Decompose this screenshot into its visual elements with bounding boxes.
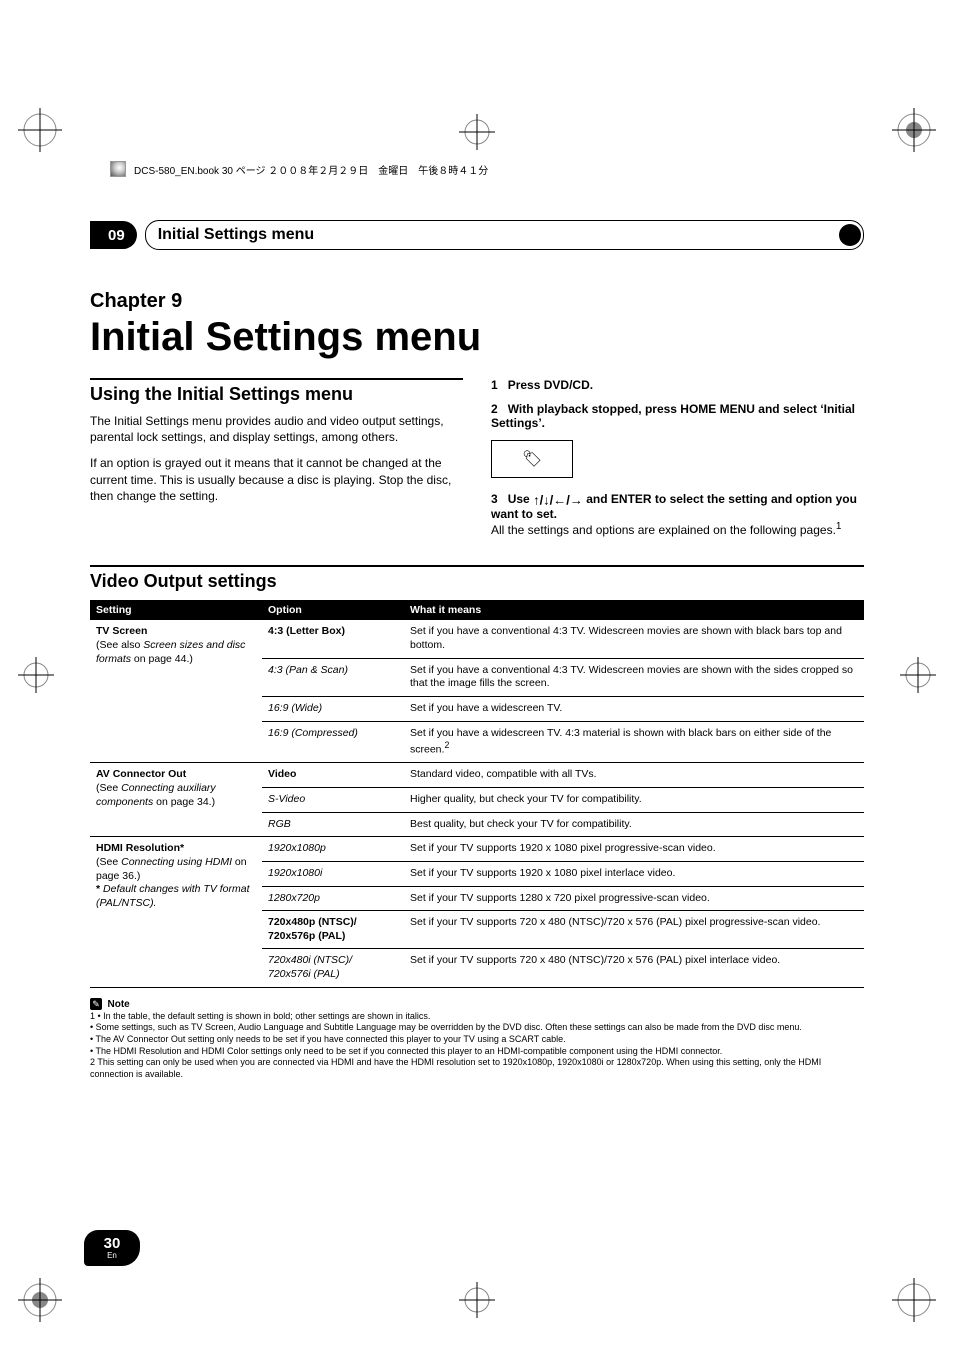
video-output-title: Video Output settings bbox=[90, 571, 864, 592]
step-2-num: 2 bbox=[491, 402, 498, 416]
setting-sub-ital: Connecting using HDMI bbox=[121, 856, 232, 868]
option: 1920x1080p bbox=[268, 842, 326, 854]
step-1: 1 Press DVD/CD. bbox=[491, 378, 864, 392]
section-using-title: Using the Initial Settings menu bbox=[90, 384, 463, 405]
registration-mark-top bbox=[453, 108, 501, 156]
registration-mark-right bbox=[894, 651, 942, 699]
col-meaning: What it means bbox=[404, 600, 864, 620]
step-2-text: With playback stopped, press HOME MENU a… bbox=[491, 402, 855, 430]
registration-mark-left bbox=[12, 651, 60, 699]
setting-sub-post: on page 44.) bbox=[131, 653, 193, 665]
desc-sup: 2 bbox=[444, 740, 449, 750]
page-language: En bbox=[107, 1252, 117, 1260]
chapter-pill-knob-icon bbox=[839, 224, 861, 246]
note-line: • The AV Connector Out setting only need… bbox=[90, 1034, 864, 1046]
section-using-p2: If an option is grayed out it means that… bbox=[90, 455, 463, 504]
section-rule bbox=[90, 565, 864, 567]
option: 16:9 (Wide) bbox=[268, 702, 322, 714]
table-row: HDMI Resolution* (See Connecting using H… bbox=[90, 837, 864, 862]
print-header-text: DCS-580_EN.book 30 ページ ２００８年２月２９日 金曜日 午後… bbox=[134, 162, 488, 177]
page-number-badge: 30 En bbox=[84, 1230, 140, 1266]
footnote-block: ✎ Note 1 • In the table, the default set… bbox=[90, 998, 864, 1081]
note-line: • Some settings, such as TV Screen, Audi… bbox=[90, 1022, 864, 1034]
video-output-table: Setting Option What it means TV Screen (… bbox=[90, 600, 864, 987]
note-line: 2 This setting can only be used when you… bbox=[90, 1057, 864, 1080]
setting-sub2-pre: * bbox=[96, 883, 103, 895]
note-label: Note bbox=[108, 999, 130, 1010]
desc: Set if your TV supports 1920 x 1080 pixe… bbox=[404, 837, 864, 862]
arrow-keys-icon: ↑/↓/←/→ bbox=[533, 492, 583, 507]
step-3-pre: Use bbox=[508, 492, 533, 506]
step-3: 3 Use ↑/↓/←/→ and ENTER to select the se… bbox=[491, 492, 864, 537]
registration-mark-bottom-right bbox=[884, 1270, 944, 1330]
chapter-label: Chapter 9 bbox=[90, 290, 864, 313]
step-3-body: All the settings and options are explain… bbox=[491, 523, 836, 537]
print-header-strip: DCS-580_EN.book 30 ページ ２００８年２月２９日 金曜日 午後… bbox=[110, 160, 844, 178]
desc: Set if you have a widescreen TV. 4:3 mat… bbox=[410, 727, 831, 756]
tag-icon: 🏷 bbox=[522, 449, 542, 469]
table-row: TV Screen (See also Screen sizes and dis… bbox=[90, 620, 864, 658]
option: 1920x1080i bbox=[268, 867, 322, 879]
registration-mark-bottom-left bbox=[10, 1270, 70, 1330]
option: S-Video bbox=[268, 793, 305, 805]
setting-sub-pre: (See bbox=[96, 782, 121, 794]
registration-mark-bottom bbox=[453, 1276, 501, 1324]
desc: Best quality, but check your TV for comp… bbox=[404, 812, 864, 837]
option: 16:9 (Compressed) bbox=[268, 727, 358, 739]
note-line: • The HDMI Resolution and HDMI Color set… bbox=[90, 1046, 864, 1058]
setting-sub-pre: (See bbox=[96, 856, 121, 868]
option: 4:3 (Pan & Scan) bbox=[268, 664, 348, 676]
col-option: Option bbox=[262, 600, 404, 620]
page-number: 30 bbox=[104, 1236, 121, 1251]
note-icon: ✎ bbox=[90, 998, 102, 1010]
section-rule bbox=[90, 378, 463, 380]
step-3-num: 3 bbox=[491, 492, 498, 506]
setting-sub-pre: (See also bbox=[96, 639, 143, 651]
section-using-p1: The Initial Settings menu provides audio… bbox=[90, 413, 463, 445]
option: 720x480i (NTSC)/ 720x576i (PAL) bbox=[268, 954, 352, 980]
chapter-number-badge: 09 bbox=[90, 221, 137, 249]
print-header-icon bbox=[110, 161, 126, 177]
step-2: 2 With playback stopped, press HOME MENU… bbox=[491, 402, 864, 430]
option: 4:3 (Letter Box) bbox=[268, 625, 345, 637]
desc: Set if you have a conventional 4:3 TV. W… bbox=[404, 620, 864, 658]
setting-name: HDMI Resolution* bbox=[96, 842, 184, 854]
chapter-header-bar: 09 Initial Settings menu bbox=[90, 220, 864, 250]
desc: Set if your TV supports 720 x 480 (NTSC)… bbox=[404, 911, 864, 949]
setting-sub-post: on page 34.) bbox=[153, 796, 215, 808]
chapter-bar-title: Initial Settings menu bbox=[158, 226, 314, 244]
col-setting: Setting bbox=[90, 600, 262, 620]
registration-mark-top-right bbox=[884, 100, 944, 160]
desc: Set if your TV supports 720 x 480 (NTSC)… bbox=[404, 949, 864, 987]
initial-settings-icon-box: 🏷 bbox=[491, 440, 573, 478]
step-3-footnote-ref: 1 bbox=[836, 521, 842, 532]
chapter-title: Initial Settings menu bbox=[90, 315, 864, 360]
desc: Higher quality, but check your TV for co… bbox=[404, 787, 864, 812]
desc: Set if your TV supports 1280 x 720 pixel… bbox=[404, 886, 864, 911]
option: Video bbox=[268, 768, 296, 780]
desc: Set if you have a widescreen TV. bbox=[404, 696, 864, 721]
desc: Set if your TV supports 1920 x 1080 pixe… bbox=[404, 861, 864, 886]
table-row: AV Connector Out (See Connecting auxilia… bbox=[90, 763, 864, 788]
desc: Set if you have a conventional 4:3 TV. W… bbox=[404, 658, 864, 696]
chapter-title-pill: Initial Settings menu bbox=[145, 220, 864, 250]
option: 1280x720p bbox=[268, 892, 320, 904]
step-1-text: Press DVD/CD. bbox=[508, 378, 593, 392]
option: 720x480p (NTSC)/ 720x576p (PAL) bbox=[268, 916, 357, 942]
step-1-num: 1 bbox=[491, 378, 498, 392]
chapter-number: 09 bbox=[108, 227, 125, 244]
option: RGB bbox=[268, 818, 291, 830]
setting-sub2-ital: Default changes with TV format (PAL/NTSC… bbox=[96, 883, 250, 909]
registration-mark-top-left bbox=[10, 100, 70, 160]
page-content: 09 Initial Settings menu Chapter 9 Initi… bbox=[90, 220, 864, 1250]
setting-name: TV Screen bbox=[96, 625, 147, 637]
setting-name: AV Connector Out bbox=[96, 768, 186, 780]
note-line: 1 • In the table, the default setting is… bbox=[90, 1011, 864, 1023]
desc: Standard video, compatible with all TVs. bbox=[404, 763, 864, 788]
